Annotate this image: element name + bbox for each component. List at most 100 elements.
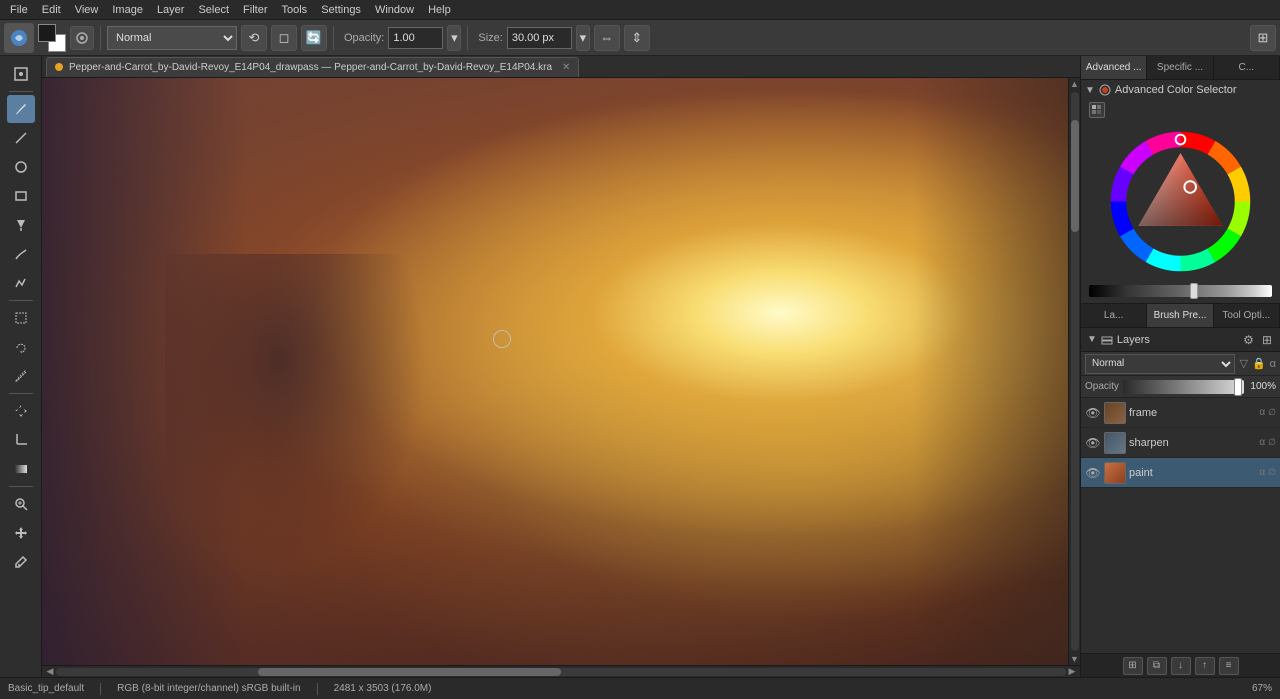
tool-fill[interactable]: [7, 211, 35, 239]
color-swatches[interactable]: [38, 24, 66, 52]
subtabs: La... Brush Pre... Tool Opti...: [1081, 304, 1280, 328]
layers-settings-btn[interactable]: ⚙: [1241, 332, 1256, 348]
brush-mode-select[interactable]: Normal Multiply Screen Overlay: [107, 26, 237, 50]
opacity-slider-thumb[interactable]: [1234, 378, 1242, 396]
v-scrollbar[interactable]: ▲ ▼: [1068, 78, 1080, 665]
tool-ellipse[interactable]: [7, 153, 35, 181]
layer-vis-frame[interactable]: 👁: [1085, 405, 1101, 421]
layer-alpha-paint[interactable]: ∅: [1268, 467, 1276, 478]
menu-settings[interactable]: Settings: [315, 2, 367, 18]
tool-brush[interactable]: [7, 95, 35, 123]
menu-window[interactable]: Window: [369, 2, 420, 18]
menu-layer[interactable]: Layer: [151, 2, 191, 18]
layer-row-sharpen[interactable]: 👁 sharpen α ∅: [1081, 428, 1280, 458]
scroll-up-btn[interactable]: ▲: [1069, 78, 1081, 90]
close-tab-btn[interactable]: ✕: [562, 62, 570, 73]
layer-lock-btn[interactable]: 🔒: [1252, 357, 1266, 370]
layer-lock-frame[interactable]: α: [1259, 407, 1265, 418]
layer-copy-btn[interactable]: ⧉: [1147, 657, 1167, 675]
h-scroll-thumb[interactable]: [258, 668, 561, 676]
layer-settings-btn[interactable]: ≡: [1219, 657, 1239, 675]
layer-down-btn[interactable]: ↓: [1171, 657, 1191, 675]
right-panel: Advanced ... Specific ... C... ▼ Advance…: [1080, 56, 1280, 677]
tab-specific[interactable]: Specific ...: [1147, 56, 1213, 79]
canvas-content: [42, 78, 1068, 665]
layer-alpha-frame[interactable]: ∅: [1268, 407, 1276, 418]
menu-image[interactable]: Image: [106, 2, 149, 18]
layer-vis-sharpen[interactable]: 👁: [1085, 435, 1101, 451]
size-input[interactable]: [507, 27, 572, 49]
alpha-lock-btn[interactable]: 🔄: [301, 25, 327, 51]
tab-advanced[interactable]: Advanced ...: [1081, 56, 1147, 79]
opacity-slider-btn[interactable]: ▾: [447, 25, 461, 51]
menu-help[interactable]: Help: [422, 2, 457, 18]
mirror-v-btn[interactable]: ⇕: [624, 25, 650, 51]
tool-select-freehand[interactable]: [7, 333, 35, 361]
tool-line[interactable]: [7, 124, 35, 152]
layers-icon: [1101, 334, 1113, 346]
color-wheel-svg[interactable]: [1103, 124, 1258, 279]
size-slider-btn[interactable]: ▾: [576, 25, 590, 51]
tool-freehand[interactable]: [7, 240, 35, 268]
layers-blend-select[interactable]: Normal Multiply Screen: [1085, 354, 1235, 374]
tool-zoom[interactable]: [7, 490, 35, 518]
tool-transform[interactable]: [7, 60, 35, 88]
menu-tools[interactable]: Tools: [276, 2, 314, 18]
tool-pan[interactable]: [7, 519, 35, 547]
tool-move[interactable]: [7, 397, 35, 425]
layer-lock-sharpen[interactable]: α: [1259, 437, 1265, 448]
scroll-left-btn[interactable]: ◀: [44, 666, 56, 678]
menu-select[interactable]: Select: [192, 2, 235, 18]
tool-contiguous-select[interactable]: [7, 362, 35, 390]
app-icon: [4, 23, 34, 53]
tool-calligraphy[interactable]: [7, 269, 35, 297]
document-tab[interactable]: Pepper-and-Carrot_by-David-Revoy_E14P04_…: [46, 57, 579, 77]
canvas-area[interactable]: [42, 78, 1068, 665]
palette-row: [1085, 100, 1276, 120]
layer-row-paint[interactable]: 👁 paint α ∅: [1081, 458, 1280, 488]
menu-view[interactable]: View: [69, 2, 105, 18]
canvas-row: ▲ ▼: [42, 78, 1080, 665]
tool-gradient[interactable]: [7, 455, 35, 483]
menu-filter[interactable]: Filter: [237, 2, 273, 18]
layers-float-btn[interactable]: ⊞: [1260, 332, 1274, 348]
layer-filter-btn[interactable]: ▽: [1239, 357, 1247, 370]
opacity-input[interactable]: [388, 27, 443, 49]
eraser-mode-btn[interactable]: ◻: [271, 25, 297, 51]
float-panel-btn[interactable]: ⊞: [1250, 25, 1276, 51]
layer-lock-paint[interactable]: α: [1259, 467, 1265, 478]
collapse-arrow-icon[interactable]: ▼: [1085, 85, 1095, 96]
color-wheel-container[interactable]: [1085, 120, 1276, 283]
tool-rect[interactable]: [7, 182, 35, 210]
replace-mode-btn[interactable]: ⟲: [241, 25, 267, 51]
layer-alpha-sharpen[interactable]: ∅: [1268, 437, 1276, 448]
layer-grid-btn[interactable]: ⊞: [1123, 657, 1143, 675]
v-scroll-track[interactable]: [1071, 92, 1079, 651]
doc-icon: [55, 63, 63, 71]
color-gradient-slider[interactable]: [1089, 285, 1272, 297]
layer-vis-paint[interactable]: 👁: [1085, 465, 1101, 481]
layer-row-frame[interactable]: 👁 frame α ∅: [1081, 398, 1280, 428]
tool-eyedropper[interactable]: [7, 548, 35, 576]
subtab-tool[interactable]: Tool Opti...: [1214, 304, 1280, 327]
menu-edit[interactable]: Edit: [36, 2, 67, 18]
v-scroll-thumb[interactable]: [1071, 120, 1079, 232]
mirror-h-btn[interactable]: ⇔: [594, 25, 620, 51]
tab-c[interactable]: C...: [1214, 56, 1280, 79]
palette-grid-btn[interactable]: [1089, 102, 1105, 118]
h-scrollbar[interactable]: ◀ ▶: [42, 665, 1080, 677]
tool-crop[interactable]: [7, 426, 35, 454]
tool-select-rect[interactable]: [7, 304, 35, 332]
layer-alpha-btn[interactable]: α: [1270, 358, 1276, 370]
layer-name-frame: frame: [1129, 407, 1256, 419]
scroll-down-btn[interactable]: ▼: [1069, 653, 1081, 665]
brush-presets-btn[interactable]: [70, 26, 94, 50]
h-scroll-track[interactable]: [56, 668, 1066, 676]
opacity-slider[interactable]: [1123, 380, 1244, 394]
scroll-right-btn[interactable]: ▶: [1066, 666, 1078, 678]
menu-file[interactable]: File: [4, 2, 34, 18]
subtab-layers[interactable]: La...: [1081, 304, 1147, 327]
color-slider-thumb[interactable]: [1190, 283, 1198, 299]
subtab-brush[interactable]: Brush Pre...: [1147, 304, 1213, 327]
layer-up-btn[interactable]: ↑: [1195, 657, 1215, 675]
